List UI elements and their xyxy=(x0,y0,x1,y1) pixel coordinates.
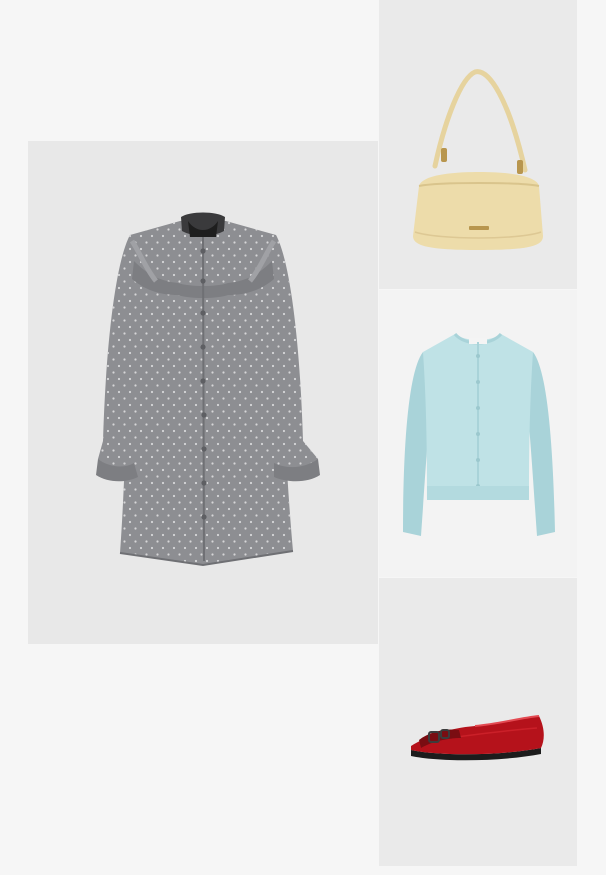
bag-tile[interactable] xyxy=(379,0,577,289)
shoe-tile[interactable] xyxy=(379,578,577,866)
dress-tile[interactable] xyxy=(28,141,378,644)
shoulder-bag-image xyxy=(413,69,543,250)
ballet-flat-image xyxy=(411,715,544,761)
outfit-board xyxy=(0,0,606,875)
cardigan-image xyxy=(403,332,555,536)
ruffle-dress-image xyxy=(96,212,320,567)
cardigan-tile[interactable] xyxy=(379,290,577,577)
